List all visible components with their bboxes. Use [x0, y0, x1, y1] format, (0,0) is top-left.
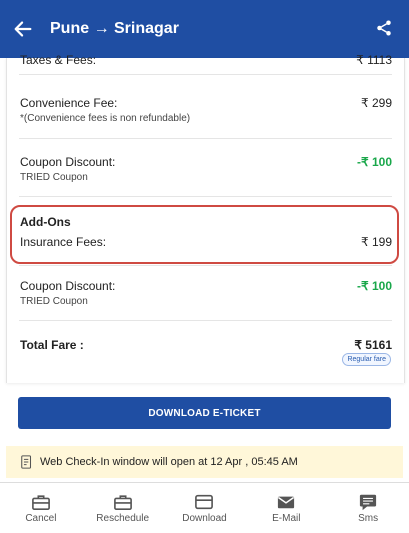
download-action[interactable]: Download — [164, 483, 246, 533]
coupon-discount-amount-2: -₹ 100 — [357, 279, 392, 293]
sms-action[interactable]: Sms — [327, 483, 409, 533]
mail-icon — [278, 496, 295, 508]
total-fare-label: Total Fare : — [20, 338, 84, 352]
app-header: Pune → Srinagar — [0, 0, 409, 58]
divider — [19, 74, 392, 75]
divider — [19, 138, 392, 139]
download-eticket-button[interactable]: DOWNLOAD E-TICKET — [18, 397, 391, 429]
cancel-action[interactable]: Cancel — [0, 483, 82, 533]
briefcase-icon — [113, 494, 132, 510]
web-checkin-text: Web Check-In window will open at 12 Apr … — [40, 456, 298, 468]
ticket-icon — [195, 494, 214, 509]
bottom-action-bar: Cancel Reschedule Download E-Mail Sms — [0, 482, 409, 533]
email-action[interactable]: E-Mail — [245, 483, 327, 533]
taxes-label: Taxes & Fees: — [20, 53, 97, 67]
email-label: E-Mail — [272, 512, 301, 524]
taxes-amount: ₹ 1113 — [356, 53, 392, 67]
addons-highlight-box — [10, 205, 399, 264]
page-title: Pune → Srinagar — [50, 20, 179, 37]
coupon-code-2: TRIED Coupon — [20, 296, 88, 307]
coupon-code: TRIED Coupon — [20, 172, 88, 183]
document-icon — [21, 455, 32, 469]
web-checkin-notice: Web Check-In window will open at 12 Apr … — [6, 446, 403, 478]
cancel-label: Cancel — [25, 512, 57, 524]
divider — [19, 265, 392, 266]
share-icon[interactable] — [375, 18, 393, 38]
briefcase-icon — [31, 494, 50, 510]
divider — [19, 196, 392, 197]
convenience-fee-label: Convenience Fee: — [20, 96, 118, 110]
download-label: Download — [182, 512, 227, 524]
coupon-discount-label: Coupon Discount: — [20, 155, 116, 169]
coupon-discount-amount: -₹ 100 — [357, 155, 392, 169]
coupon-discount-label-2: Coupon Discount: — [20, 279, 116, 293]
back-arrow-icon[interactable] — [12, 18, 34, 40]
divider — [19, 320, 392, 321]
reschedule-action[interactable]: Reschedule — [82, 483, 164, 533]
sms-label: Sms — [358, 512, 379, 524]
reschedule-label: Reschedule — [96, 512, 150, 524]
convenience-fee-amount: ₹ 299 — [361, 96, 392, 110]
fare-type-badge: Regular fare — [342, 353, 391, 366]
message-icon — [359, 494, 377, 510]
convenience-fee-note: *(Convenience fees is non refundable) — [20, 113, 191, 124]
total-fare-amount: ₹ 5161 — [354, 338, 392, 352]
